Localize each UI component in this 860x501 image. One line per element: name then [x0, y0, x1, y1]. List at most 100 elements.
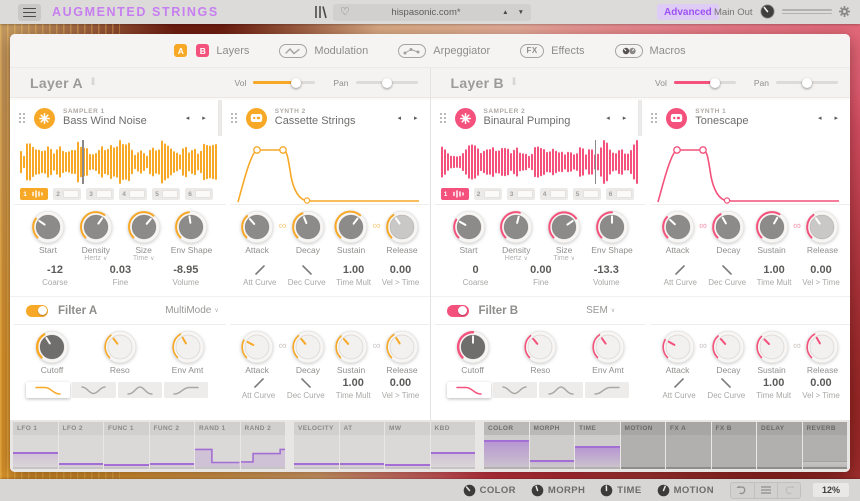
env-link-icon[interactable]: ∞	[279, 221, 287, 262]
knob-reso[interactable]: Reso	[518, 330, 562, 375]
tab-layers[interactable]: A B Layers	[174, 44, 249, 57]
param-value[interactable]: -12	[47, 262, 63, 277]
fall-curve-icon[interactable]	[720, 262, 734, 277]
knob-attack[interactable]: Attack	[236, 330, 279, 375]
knob-env-shape[interactable]: Env Shape	[590, 210, 634, 262]
sample-slot-1[interactable]: 1	[440, 188, 469, 200]
synth-envelope-display[interactable]	[226, 140, 430, 204]
rise-curve-icon[interactable]	[672, 375, 686, 390]
next-engine-arrow[interactable]: ▸	[623, 114, 627, 122]
param-value[interactable]: 0.00	[390, 262, 411, 277]
rise-curve-icon[interactable]	[673, 262, 687, 277]
knob-unit-select[interactable]: Hertz ∨	[505, 255, 528, 262]
param-value[interactable]: 1.00	[763, 262, 784, 277]
sample-slot-2[interactable]: 2	[53, 188, 81, 200]
mod-cell-rand-2[interactable]: RAND 2	[240, 422, 285, 469]
rise-curve-icon[interactable]	[253, 262, 267, 277]
param-value[interactable]: 0.00	[810, 375, 831, 390]
rise-curve-icon[interactable]	[252, 375, 266, 390]
env-link-icon[interactable]: ∞	[373, 221, 381, 262]
playhead-cursor[interactable]	[82, 140, 84, 184]
knob-attack[interactable]: Attack	[236, 210, 279, 262]
sample-slot-5[interactable]: 5	[152, 188, 180, 200]
mod-cell-morph[interactable]: MORPH	[529, 422, 574, 469]
mod-cell-fx-a[interactable]: FX A	[666, 422, 711, 469]
waveform-display[interactable]	[20, 140, 220, 184]
filter-shape-highpass-button[interactable]	[584, 382, 629, 398]
macro-morph[interactable]: MORPH	[531, 484, 585, 497]
sample-slot-6[interactable]: 6	[605, 188, 634, 200]
env-link-icon[interactable]: ∞	[793, 221, 801, 262]
mod-cell-func-1[interactable]: FUNC 1	[104, 422, 149, 469]
preset-prev-icon[interactable]: ▲	[502, 9, 508, 16]
preset-next-icon[interactable]: ▼	[518, 9, 524, 16]
param-value[interactable]: -8.95	[173, 262, 198, 277]
sample-slot-1[interactable]: 1	[20, 188, 48, 200]
knob-env-amt[interactable]: Env Amt	[166, 330, 210, 375]
param-value[interactable]: 1.00	[342, 375, 363, 390]
filter-enable-toggle[interactable]	[26, 304, 48, 317]
sample-slot-4[interactable]: 4	[119, 188, 147, 200]
redo-button[interactable]	[776, 482, 800, 498]
knob-release[interactable]: Release	[801, 210, 844, 262]
prev-engine-arrow[interactable]: ◂	[186, 114, 190, 122]
drag-handle-icon[interactable]	[18, 112, 26, 124]
synth-card[interactable]: SYNTH 2 Cassette Strings ◂ ▸	[221, 100, 430, 136]
cpu-meter[interactable]: 12%	[812, 483, 849, 497]
favorite-heart-icon[interactable]: ♡	[340, 7, 350, 18]
mod-cell-fx-b[interactable]: FX B	[711, 422, 756, 469]
history-menu-button[interactable]	[753, 482, 777, 498]
filter-shape-lowpass-button[interactable]	[26, 382, 70, 398]
knob-release[interactable]: Release	[380, 210, 423, 262]
tab-modulation[interactable]: Modulation	[279, 43, 368, 58]
prev-engine-arrow[interactable]: ◂	[606, 114, 610, 122]
main-menu-button[interactable]	[18, 4, 41, 21]
next-engine-arrow[interactable]: ▸	[202, 114, 206, 122]
knob-decay[interactable]: Decay	[286, 210, 329, 262]
mod-cell-reverb[interactable]: REVERB	[802, 422, 847, 469]
knob-start[interactable]: Start	[447, 210, 491, 262]
macro-time[interactable]: TIME	[600, 484, 641, 497]
sampler-card[interactable]: SAMPLER 2 Binaural Pumping ◂ ▸	[430, 100, 639, 136]
mod-cell-func-2[interactable]: FUNC 2	[149, 422, 194, 469]
waveform-display[interactable]	[440, 140, 641, 184]
macro-motion[interactable]: MOTION	[657, 484, 714, 497]
knob-attack[interactable]: Attack	[656, 210, 699, 262]
playhead-cursor[interactable]	[594, 140, 596, 184]
sample-slot-4[interactable]: 4	[539, 188, 568, 200]
param-value[interactable]: -13.3	[594, 262, 619, 277]
mod-cell-mw[interactable]: MW	[385, 422, 430, 469]
filter-shape-bandpass-button[interactable]	[538, 382, 583, 398]
mod-cell-kbd[interactable]: KBD	[430, 422, 475, 469]
fall-curve-icon[interactable]	[300, 262, 314, 277]
sample-slot-6[interactable]: 6	[185, 188, 213, 200]
volume-slider[interactable]	[253, 77, 316, 88]
knob-sustain[interactable]: Sustain	[750, 330, 793, 375]
knob-decay[interactable]: Decay	[707, 210, 750, 262]
drag-handle-icon[interactable]	[438, 112, 447, 124]
knob-release[interactable]: Release	[801, 330, 844, 375]
filter-mode-select[interactable]: MultiMode ∨	[165, 305, 219, 316]
undo-button[interactable]	[731, 483, 754, 498]
filter-shape-notch-button[interactable]	[492, 382, 537, 398]
param-value[interactable]: 0.00	[390, 375, 411, 390]
knob-size[interactable]: Size Time ∨	[122, 210, 166, 262]
next-engine-arrow[interactable]: ▸	[414, 114, 418, 122]
knob-cutoff[interactable]: Cutoff	[30, 330, 74, 375]
mod-cell-velocity[interactable]: VELOCITY	[294, 422, 339, 469]
mod-cell-rand-1[interactable]: RAND 1	[195, 422, 240, 469]
knob-attack[interactable]: Attack	[656, 330, 699, 375]
param-value[interactable]: 1.00	[763, 375, 784, 390]
sample-slot-5[interactable]: 5	[572, 188, 601, 200]
sample-slot-3[interactable]: 3	[506, 188, 535, 200]
knob-sustain[interactable]: Sustain	[330, 330, 373, 375]
next-engine-arrow[interactable]: ▸	[834, 114, 838, 122]
drag-handle-icon[interactable]	[229, 112, 238, 124]
env-link-icon[interactable]: ∞	[699, 221, 707, 262]
tab-arpeggiator[interactable]: Arpeggiator	[398, 43, 490, 58]
env-link-icon[interactable]: ∞	[279, 341, 287, 375]
layer-drag-icon[interactable]: ‖	[512, 77, 516, 88]
knob-decay[interactable]: Decay	[286, 330, 329, 375]
knob-sustain[interactable]: Sustain	[330, 210, 373, 262]
env-link-icon[interactable]: ∞	[699, 341, 707, 375]
